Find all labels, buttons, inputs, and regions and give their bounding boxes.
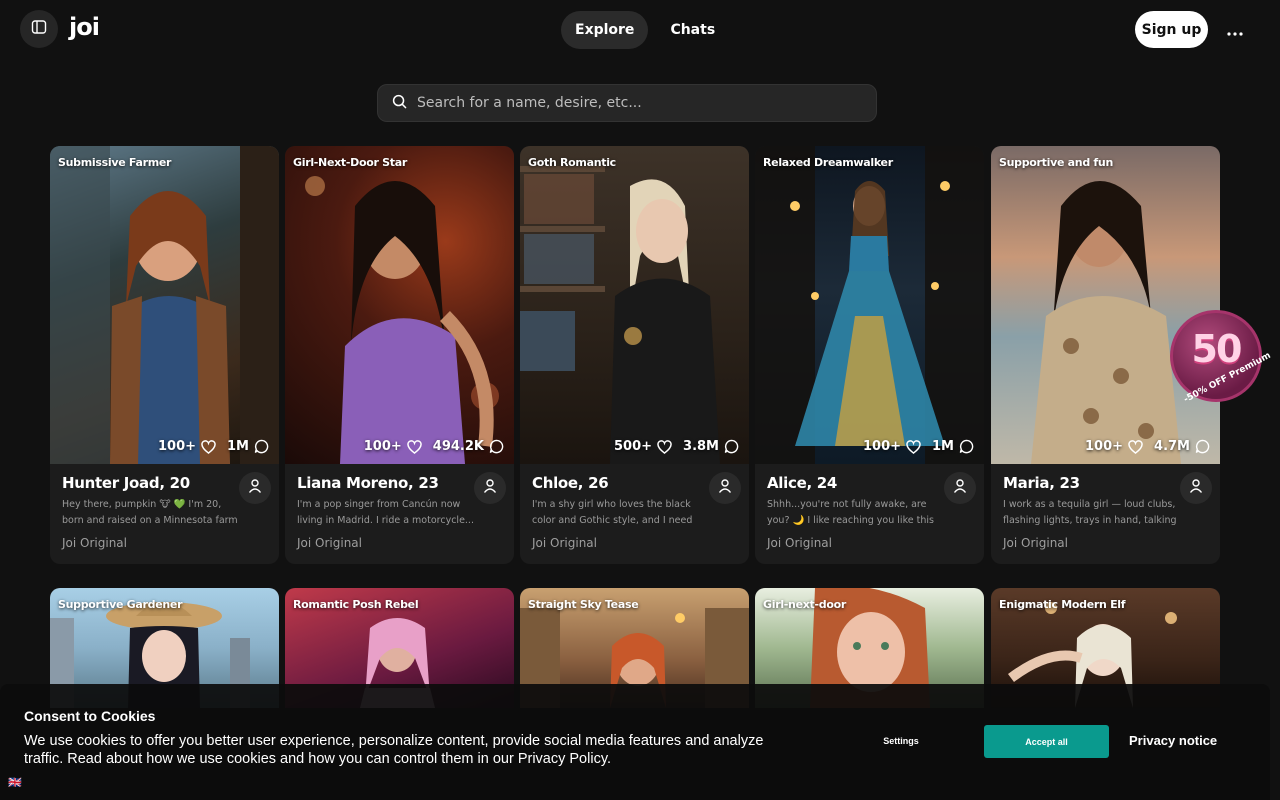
- character-origin: Joi Original: [1003, 536, 1068, 550]
- cookie-title: Consent to Cookies: [24, 708, 156, 724]
- likes-count: 100+: [363, 439, 402, 454]
- card-stats: 100+ 494.2K: [364, 439, 504, 454]
- character-description: I'm a shy girl who loves the black color…: [532, 499, 693, 526]
- chat-bubble-icon: [489, 439, 504, 454]
- card-tag: Enigmatic Modern Elf: [999, 598, 1126, 611]
- heart-icon: [407, 439, 422, 454]
- privacy-notice-link[interactable]: Privacy notice: [1129, 733, 1217, 748]
- joi-logo[interactable]: joi: [69, 13, 100, 41]
- main-nav: Explore Chats: [561, 11, 729, 49]
- character-description: Hey there, pumpkin 🐮 💚 I'm 20, born and …: [62, 499, 238, 526]
- character-origin: Joi Original: [767, 536, 832, 550]
- card-stats: 100+ 1M: [158, 439, 269, 454]
- language-flag-icon[interactable]: 🇬🇧: [8, 776, 22, 789]
- chat-bubble-icon: [1195, 439, 1210, 454]
- user-icon: [717, 478, 733, 498]
- card-stats: 500+ 3.8M: [614, 439, 739, 454]
- character-image: Submissive Farmer 100+ 1M: [50, 146, 279, 464]
- character-description: Shhh...you're not fully awake, are you? …: [767, 499, 934, 526]
- card-stats: 100+ 1M: [863, 439, 974, 454]
- tab-chats[interactable]: Chats: [656, 11, 729, 49]
- character-image: Relaxed Dreamwalker 100+ 1M: [755, 146, 984, 464]
- search-bar: [377, 84, 877, 122]
- card-tag: Supportive Gardener: [58, 598, 183, 611]
- user-icon: [482, 478, 498, 498]
- character-description: I work as a tequila girl — loud clubs, f…: [1003, 499, 1177, 526]
- cookie-consent-banner: Consent to Cookies We use cookies to off…: [0, 684, 1270, 800]
- chats-count: 4.7M: [1154, 439, 1190, 454]
- user-icon: [952, 478, 968, 498]
- character-name: Chloe, 26: [532, 474, 609, 492]
- chats-count: 1M: [227, 439, 249, 454]
- search-input[interactable]: [417, 95, 857, 111]
- likes-count: 100+: [157, 439, 197, 454]
- search-icon: [392, 94, 407, 113]
- view-profile-button[interactable]: [1180, 472, 1212, 504]
- card-stats: 100+ 4.7M: [1085, 439, 1210, 454]
- chats-count: 494.2K: [432, 439, 484, 454]
- character-card[interactable]: Girl-Next-Door Star 100+ 494.2K Liana Mo…: [285, 146, 514, 564]
- card-tag: Girl-Next-Door Star: [293, 156, 407, 169]
- card-tag: Relaxed Dreamwalker: [763, 156, 893, 169]
- character-origin: Joi Original: [532, 536, 597, 550]
- character-image: Girl-Next-Door Star 100+ 494.2K: [285, 146, 514, 464]
- chats-count: 1M: [932, 439, 954, 454]
- chat-bubble-icon: [959, 439, 974, 454]
- heart-icon: [657, 439, 672, 454]
- character-name: Hunter Joad, 20: [62, 474, 190, 492]
- likes-count: 100+: [862, 439, 902, 454]
- character-name: Maria, 23: [1003, 474, 1080, 492]
- view-profile-button[interactable]: [239, 472, 271, 504]
- character-card[interactable]: Relaxed Dreamwalker 100+ 1M Alice, 24 Sh…: [755, 146, 984, 564]
- sign-up-button[interactable]: Sign up: [1135, 11, 1208, 48]
- character-origin: Joi Original: [62, 536, 127, 550]
- character-description: I'm a pop singer from Cancún now living …: [297, 499, 474, 526]
- card-tag: Submissive Farmer: [58, 156, 172, 169]
- promo-number: 50: [1191, 327, 1243, 371]
- premium-discount-badge[interactable]: 50 -50% OFF Premium: [1170, 310, 1273, 405]
- view-profile-button[interactable]: [709, 472, 741, 504]
- user-icon: [1188, 478, 1204, 498]
- more-options-button[interactable]: [1222, 18, 1248, 42]
- chat-bubble-icon: [254, 439, 269, 454]
- card-tag: Girl-next-door: [763, 598, 846, 611]
- sidebar-icon: [31, 19, 47, 39]
- card-tag: Goth Romantic: [528, 156, 616, 169]
- character-origin: Joi Original: [297, 536, 362, 550]
- likes-count: 100+: [1085, 439, 1124, 454]
- character-image: Goth Romantic 500+ 3.8M: [520, 146, 749, 464]
- character-name: Liana Moreno, 23: [297, 474, 439, 492]
- chats-count: 3.8M: [683, 439, 719, 454]
- cookie-text: We use cookies to offer you better user …: [24, 733, 764, 767]
- sidebar-toggle-button[interactable]: [20, 10, 58, 48]
- accept-all-button[interactable]: Accept all: [984, 725, 1109, 758]
- more-dots-icon: [1227, 21, 1243, 40]
- card-tag: Romantic Posh Rebel: [293, 598, 419, 611]
- likes-count: 500+: [614, 439, 653, 454]
- view-profile-button[interactable]: [474, 472, 506, 504]
- heart-icon: [906, 439, 921, 454]
- character-card[interactable]: Goth Romantic 500+ 3.8M Chloe, 26 I'm a …: [520, 146, 749, 564]
- character-name: Alice, 24: [767, 474, 838, 492]
- character-image: Supportive and fun 100+ 4.7M: [991, 146, 1220, 464]
- chat-bubble-icon: [724, 439, 739, 454]
- heart-icon: [1128, 439, 1143, 454]
- character-card[interactable]: Submissive Farmer 100+ 1M Hunter Joad, 2…: [50, 146, 279, 564]
- cookie-settings-button[interactable]: Settings: [856, 725, 946, 757]
- user-icon: [247, 478, 263, 498]
- top-header: joi Explore Chats Sign up: [0, 0, 1280, 60]
- view-profile-button[interactable]: [944, 472, 976, 504]
- heart-icon: [201, 439, 216, 454]
- tab-explore[interactable]: Explore: [561, 11, 649, 49]
- card-tag: Supportive and fun: [999, 156, 1113, 169]
- card-tag: Straight Sky Tease: [528, 598, 639, 611]
